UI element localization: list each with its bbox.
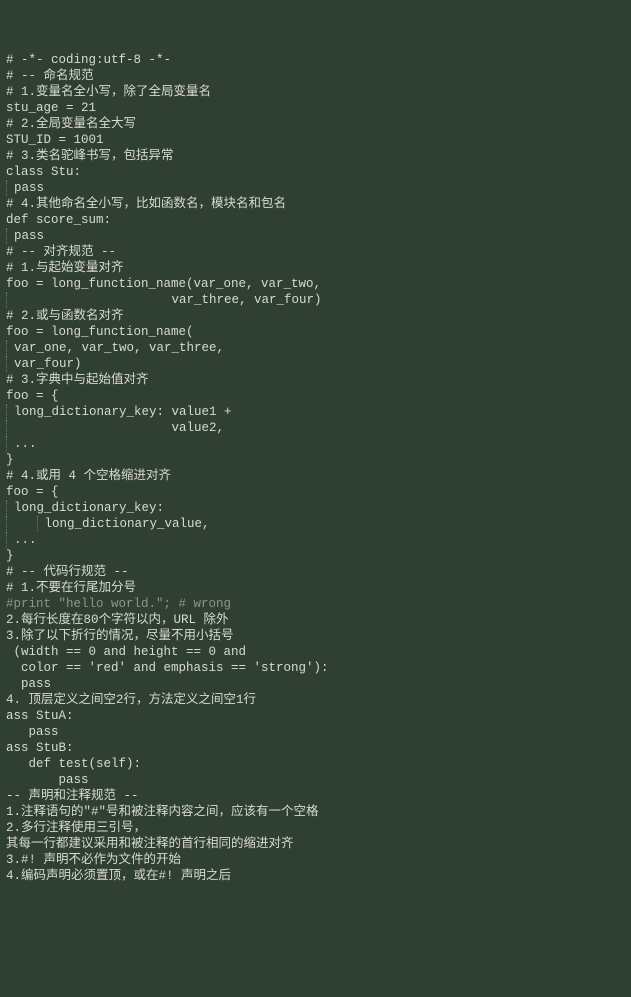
code-line: value2, — [6, 420, 625, 436]
code-line: pass — [6, 228, 625, 244]
code-line: def score_sum: — [6, 212, 625, 228]
code-line: ... — [6, 532, 625, 548]
code-line: # 3.类名驼峰书写，包括异常 — [6, 148, 625, 164]
code-line: 2.多行注释使用三引号， — [6, 820, 625, 836]
indent-guide-icon: var_three, var_four) — [6, 292, 322, 308]
indent-guide-icon: ... — [6, 436, 37, 452]
code-line: # 2.或与函数名对齐 — [6, 308, 625, 324]
code-line: # 1.与起始变量对齐 — [6, 260, 625, 276]
code-line: # 1.变量名全小写，除了全局变量名 — [6, 84, 625, 100]
code-line: def test(self): — [6, 756, 625, 772]
code-line: pass — [6, 180, 625, 196]
code-line: #print "hello world."; # wrong — [6, 596, 625, 612]
code-line: # 3.字典中与起始值对齐 — [6, 372, 625, 388]
code-line: long_dictionary_key: value1 + — [6, 404, 625, 420]
indent-guide-icon: pass — [6, 180, 44, 196]
indent-guide-icon: long_dictionary_value, — [37, 516, 210, 532]
indent-guide-icon: pass — [6, 228, 44, 244]
code-line: ass StuB: — [6, 740, 625, 756]
code-line: # 4.其他命名全小写，比如函数名，模块名和包名 — [6, 196, 625, 212]
code-block: # -*- coding:utf-8 -*-# -- 命名规范# 1.变量名全小… — [6, 52, 625, 884]
indent-guide-icon: value2, — [6, 420, 224, 436]
indent-guide-icon: var_four) — [6, 356, 82, 372]
code-line: foo = { — [6, 388, 625, 404]
code-line: 3.除了以下折行的情况，尽量不用小括号 — [6, 628, 625, 644]
code-line: # 1.不要在行尾加分号 — [6, 580, 625, 596]
code-line: foo = { — [6, 484, 625, 500]
code-line: 其每一行都建议采用和被注释的首行相同的缩进对齐 — [6, 836, 625, 852]
code-line: # 4.或用 4 个空格缩进对齐 — [6, 468, 625, 484]
code-line: var_three, var_four) — [6, 292, 625, 308]
code-line: long_dictionary_key: — [6, 500, 625, 516]
indent-guide-icon: long_dictionary_key: value1 + — [6, 404, 232, 420]
code-line: 4.编码声明必须置顶，或在#! 声明之后 — [6, 868, 625, 884]
code-line: # -- 命名规范 — [6, 68, 625, 84]
indent-guide-icon: long_dictionary_value, — [6, 516, 210, 532]
indent-guide-icon: long_dictionary_key: — [6, 500, 164, 516]
code-line: var_four) — [6, 356, 625, 372]
code-line: # 2.全局变量名全大写 — [6, 116, 625, 132]
indent-guide-icon: ... — [6, 532, 37, 548]
code-line: 1.注释语句的"#"号和被注释内容之间，应该有一个空格 — [6, 804, 625, 820]
code-line: } — [6, 548, 625, 564]
indent-guide-icon: var_one, var_two, var_three, — [6, 340, 224, 356]
code-line: -- 声明和注释规范 -- — [6, 788, 625, 804]
code-line: } — [6, 452, 625, 468]
code-line: 3.#! 声明不必作为文件的开始 — [6, 852, 625, 868]
code-line: pass — [6, 676, 625, 692]
code-line: foo = long_function_name( — [6, 324, 625, 340]
code-line: # -*- coding:utf-8 -*- — [6, 52, 625, 68]
code-line: pass — [6, 772, 625, 788]
code-line: pass — [6, 724, 625, 740]
code-line: color == 'red' and emphasis == 'strong')… — [6, 660, 625, 676]
code-line: # -- 对齐规范 -- — [6, 244, 625, 260]
code-line: 4. 顶层定义之间空2行，方法定义之间空1行 — [6, 692, 625, 708]
code-line: (width == 0 and height == 0 and — [6, 644, 625, 660]
code-line: class Stu: — [6, 164, 625, 180]
code-line: foo = long_function_name(var_one, var_tw… — [6, 276, 625, 292]
code-line: STU_ID = 1001 — [6, 132, 625, 148]
code-line: stu_age = 21 — [6, 100, 625, 116]
code-line: 2.每行长度在80个字符以内，URL 除外 — [6, 612, 625, 628]
code-line: ass StuA: — [6, 708, 625, 724]
code-line: ... — [6, 436, 625, 452]
code-line: # -- 代码行规范 -- — [6, 564, 625, 580]
code-line: long_dictionary_value, — [6, 516, 625, 532]
code-line: var_one, var_two, var_three, — [6, 340, 625, 356]
